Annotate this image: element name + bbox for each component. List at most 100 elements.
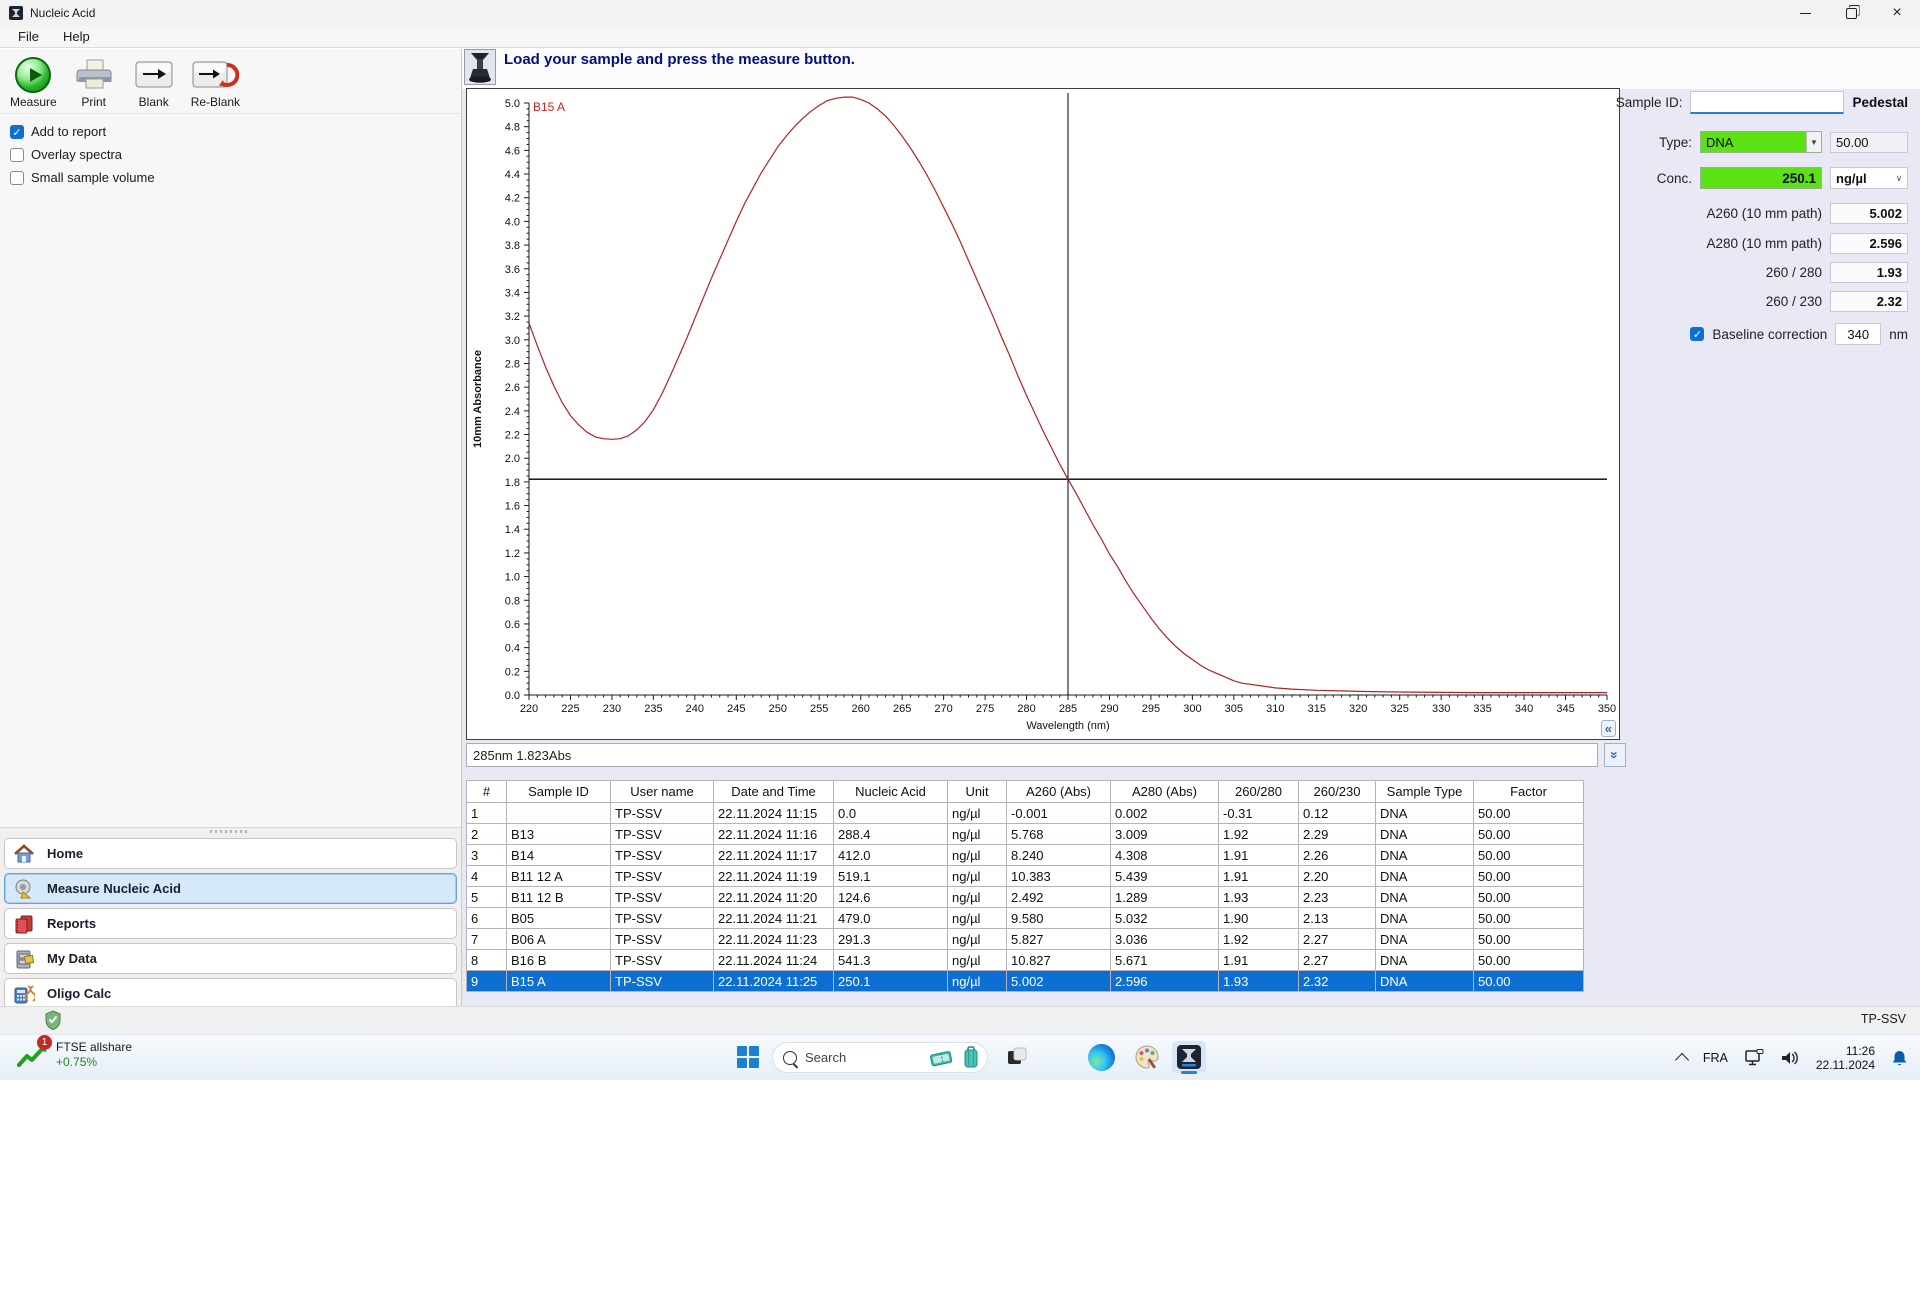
column-header[interactable]: A260 (Abs) bbox=[1006, 780, 1111, 803]
svg-text:230: 230 bbox=[603, 703, 621, 715]
column-header[interactable]: Sample Type bbox=[1375, 780, 1474, 803]
column-header[interactable]: Factor bbox=[1473, 780, 1584, 803]
column-header[interactable]: # bbox=[466, 780, 507, 803]
language-indicator[interactable]: FRA bbox=[1703, 1051, 1728, 1065]
checkbox-overlay-spectra[interactable]: Overlay spectra bbox=[10, 147, 451, 162]
unit-select[interactable]: ng/µl ∨ bbox=[1830, 167, 1908, 189]
clock[interactable]: 11:26 22.11.2024 bbox=[1816, 1044, 1875, 1072]
table-row[interactable]: 5 B11 12 B TP-SSV 22.11.2024 11:20 124.6 ng/µ… bbox=[466, 886, 1584, 908]
paint-app-button[interactable] bbox=[1130, 1041, 1164, 1073]
factor-field[interactable]: 50.00 bbox=[1830, 131, 1908, 153]
splitter-grip[interactable] bbox=[210, 830, 250, 833]
network-icon[interactable] bbox=[1744, 1048, 1764, 1067]
checkbox-box-icon[interactable]: ✓ bbox=[10, 124, 24, 139]
type-select[interactable]: DNA ▼ bbox=[1700, 131, 1822, 153]
sidebar-item-oligo-calc[interactable]: Oligo Calc bbox=[4, 978, 457, 1009]
table-cell: 2 bbox=[466, 823, 507, 845]
table-cell: 3.036 bbox=[1110, 928, 1219, 950]
table-cell: 22.11.2024 11:24 bbox=[713, 949, 834, 971]
column-header[interactable]: A280 (Abs) bbox=[1110, 780, 1219, 803]
sample-id-input[interactable] bbox=[1690, 91, 1845, 114]
spectrum-chart[interactable]: 0.0 0.2 0.4 0.6 0.8 1.0 1.2 1.4 1.6 1.8 2.0 2.2 2.4 2… bbox=[467, 89, 1617, 737]
table-cell: ng/µl bbox=[947, 928, 1007, 950]
table-row[interactable]: 1 TP-SSV 22.11.2024 11:15 0.0 ng/µl -0.001 0.0… bbox=[466, 802, 1584, 824]
table-cell: 1.91 bbox=[1218, 844, 1299, 866]
table-row[interactable]: 6 B05 TP-SSV 22.11.2024 11:21 479.0 ng/µl 9.58… bbox=[466, 907, 1584, 929]
table-cell: -0.31 bbox=[1218, 802, 1299, 824]
column-header[interactable]: Date and Time bbox=[713, 780, 834, 803]
svg-text:290: 290 bbox=[1100, 703, 1118, 715]
restore-button[interactable] bbox=[1828, 0, 1874, 26]
table-row[interactable]: 7 B06 A TP-SSV 22.11.2024 11:23 291.3 ng/µl 5.… bbox=[466, 928, 1584, 950]
column-header[interactable]: Nucleic Acid bbox=[833, 780, 948, 803]
notification-bell-icon[interactable] bbox=[1891, 1049, 1908, 1067]
svg-text:3.2: 3.2 bbox=[505, 311, 520, 323]
table-cell: B15 A bbox=[506, 970, 611, 992]
column-header[interactable]: Sample ID bbox=[506, 780, 611, 803]
menu-file[interactable]: File bbox=[8, 27, 49, 46]
table-cell: 5 bbox=[466, 886, 507, 908]
table-cell: 1 bbox=[466, 802, 507, 824]
start-button[interactable] bbox=[731, 1041, 765, 1073]
checkbox-add-to-report[interactable]: ✓ Add to report bbox=[10, 124, 451, 139]
chart-collapse-button[interactable]: « bbox=[1600, 720, 1616, 737]
table-cell: TP-SSV bbox=[610, 844, 714, 866]
table-row[interactable]: 9 B15 A TP-SSV 22.11.2024 11:25 250.1 ng/µl 5.… bbox=[466, 970, 1584, 992]
column-header[interactable]: 260/280 bbox=[1218, 780, 1299, 803]
svg-text:4.4: 4.4 bbox=[505, 169, 520, 181]
table-cell: DNA bbox=[1375, 823, 1474, 845]
column-header[interactable]: Unit bbox=[947, 780, 1007, 803]
table-row[interactable]: 8 B16 B TP-SSV 22.11.2024 11:24 541.3 ng/µl 10… bbox=[466, 949, 1584, 971]
checkbox-small-sample-volume[interactable]: Small sample volume bbox=[10, 170, 451, 185]
expand-table-button[interactable]: » bbox=[1604, 743, 1626, 767]
checkbox-box-icon[interactable] bbox=[10, 147, 24, 162]
table-row[interactable]: 2 B13 TP-SSV 22.11.2024 11:16 288.4 ng/µl 5.76… bbox=[466, 823, 1584, 845]
print-button[interactable]: Print bbox=[71, 57, 117, 109]
volume-icon[interactable] bbox=[1780, 1049, 1800, 1067]
svg-text:305: 305 bbox=[1225, 703, 1243, 715]
baseline-row: ✓ Baseline correction 340 nm bbox=[1560, 323, 1908, 345]
edge-browser-button[interactable] bbox=[1084, 1041, 1118, 1073]
nucleic-acid-app-button[interactable] bbox=[1172, 1041, 1206, 1074]
sidebar-nav: Home Measure Nucleic Acid Reports My Data Ol… bbox=[0, 827, 461, 1076]
sidebar-item-reports[interactable]: Reports bbox=[4, 908, 457, 939]
table-cell: 288.4 bbox=[833, 823, 948, 845]
ratio-260-280-value: 1.93 bbox=[1830, 262, 1908, 283]
windows-logo-icon bbox=[737, 1046, 759, 1068]
measurement-options: ✓ Add to report Overlay spectra Small sampl… bbox=[0, 114, 461, 195]
conc-row: Conc. 250.1 ng/µl ∨ bbox=[1560, 167, 1908, 189]
baseline-wavelength-input[interactable]: 340 bbox=[1835, 323, 1882, 345]
stock-change: +0.75% bbox=[56, 1055, 98, 1069]
mode-label: Pedestal bbox=[1852, 95, 1908, 110]
sidebar-item-measure-nucleic-acid[interactable]: Measure Nucleic Acid bbox=[4, 873, 457, 904]
sidebar-item-my-data[interactable]: My Data bbox=[4, 943, 457, 974]
checkbox-box-icon[interactable] bbox=[10, 170, 24, 185]
cursor-readout[interactable]: 285nm 1.823Abs bbox=[466, 743, 1598, 767]
table-cell: DNA bbox=[1375, 928, 1474, 950]
task-view-button[interactable] bbox=[1000, 1041, 1034, 1073]
table-row[interactable]: 3 B14 TP-SSV 22.11.2024 11:17 412.0 ng/µl 8.24… bbox=[466, 844, 1584, 866]
taskbar-stock-widget[interactable]: 1 FTSE allshare +0.75% bbox=[16, 1035, 132, 1070]
reblank-button[interactable]: Re-Blank bbox=[191, 57, 240, 109]
baseline-checkbox[interactable]: ✓ bbox=[1690, 327, 1705, 341]
sidebar-item-home[interactable]: Home bbox=[4, 838, 457, 869]
svg-text:2.6: 2.6 bbox=[505, 382, 520, 394]
ratio-260-230-value: 2.32 bbox=[1830, 291, 1908, 312]
baseline-unit: nm bbox=[1889, 326, 1908, 342]
chevron-down-icon[interactable]: ▼ bbox=[1806, 132, 1821, 152]
svg-text:2.4: 2.4 bbox=[505, 406, 520, 418]
blank-button[interactable]: Blank bbox=[131, 57, 177, 109]
table-cell: 5.032 bbox=[1110, 907, 1219, 929]
taskbar-search[interactable]: Search bbox=[772, 1042, 988, 1073]
measure-button[interactable]: Measure bbox=[10, 57, 57, 109]
column-header[interactable]: 260/230 bbox=[1298, 780, 1376, 803]
column-header[interactable]: User name bbox=[610, 780, 714, 803]
table-cell: 5.827 bbox=[1006, 928, 1111, 950]
table-row[interactable]: 4 B11 12 A TP-SSV 22.11.2024 11:19 519.1 ng/µ… bbox=[466, 865, 1584, 887]
close-button[interactable]: × bbox=[1874, 0, 1920, 26]
tray-chevron-up-icon[interactable] bbox=[1674, 1052, 1689, 1067]
table-cell: B13 bbox=[506, 823, 611, 845]
minimize-button[interactable] bbox=[1782, 0, 1828, 26]
table-header-row: # Sample ID User name Date and Time Nucleic … bbox=[466, 780, 1584, 803]
menu-help[interactable]: Help bbox=[53, 27, 100, 46]
